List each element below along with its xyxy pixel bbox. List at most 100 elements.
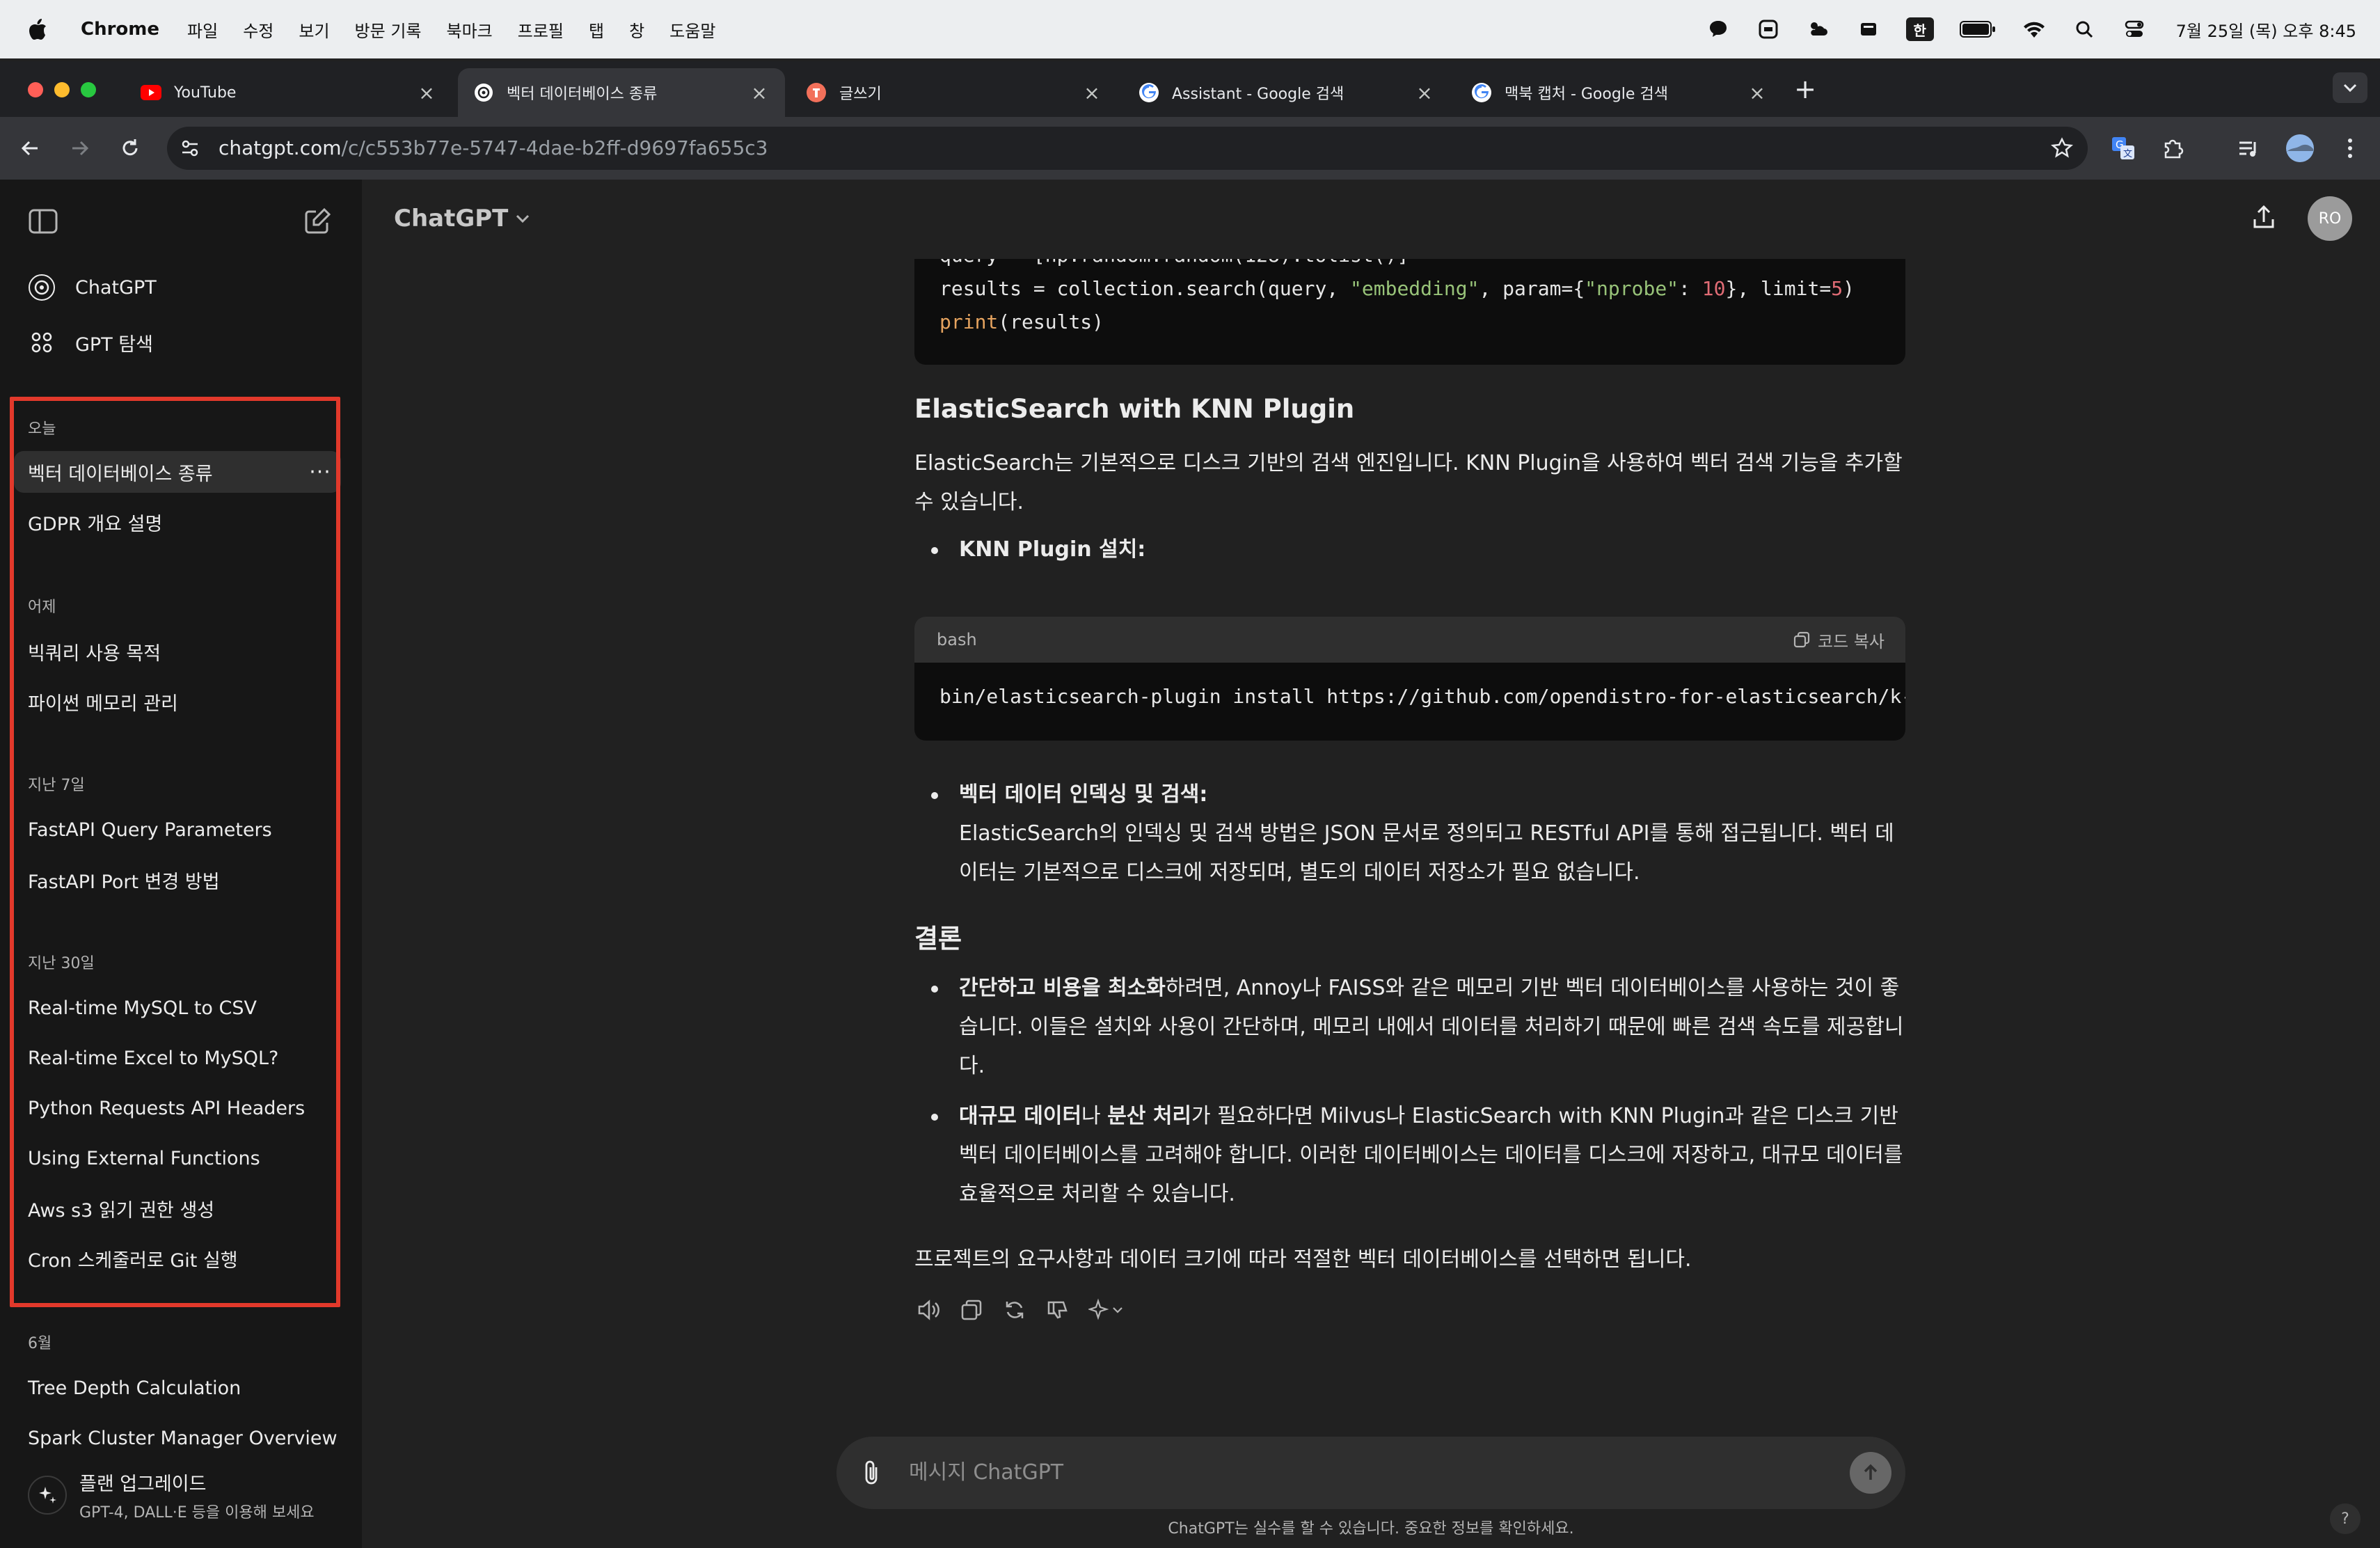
menu-tab[interactable]: 탭	[589, 17, 604, 42]
paragraph-elasticsearch: ElasticSearch는 기본적으로 디스크 기반의 검색 엔진입니다. K…	[914, 451, 1903, 514]
history-item-gdpr[interactable]: GDPR 개요 설명	[14, 501, 341, 543]
site-settings-icon[interactable]	[180, 138, 200, 159]
tab-youtube[interactable]: YouTube ×	[125, 68, 452, 117]
menu-bookmarks[interactable]: 북마크	[446, 17, 492, 42]
bookmark-star-icon[interactable]	[2050, 136, 2074, 160]
reload-button[interactable]	[114, 132, 146, 164]
upgrade-plan-button[interactable]: 플랜 업그레이드 GPT-4, DALL·E 등을 이용해 보세요	[14, 1462, 341, 1529]
menu-edit[interactable]: 수정	[243, 17, 273, 42]
thumbs-down-icon[interactable]	[1044, 1296, 1072, 1324]
input-method-indicator[interactable]: 한	[1905, 17, 1934, 41]
close-tab-icon[interactable]: ×	[749, 81, 770, 104]
model-switch-icon[interactable]	[1087, 1296, 1129, 1324]
user-avatar[interactable]: RO	[2308, 196, 2352, 241]
close-tab-icon[interactable]: ×	[1081, 81, 1102, 104]
chrome-menu-icon[interactable]	[2333, 131, 2367, 166]
history-item-bigquery[interactable]: 빅쿼리 사용 목적	[14, 631, 341, 672]
menubar-clock[interactable]: 7월 25일 (목) 오후 8:45	[2176, 17, 2356, 42]
history-item-excel-mysql[interactable]: Real-time Excel to MySQL?	[14, 1037, 341, 1079]
google-icon	[1471, 82, 1492, 103]
history-item-cron-git[interactable]: Cron 스케줄러로 Git 실행	[14, 1238, 341, 1279]
history-item-mysql-csv[interactable]: Real-time MySQL to CSV	[14, 987, 341, 1029]
history-item-label: 빅쿼리 사용 목적	[28, 642, 161, 665]
window-controls	[28, 82, 96, 97]
bullet-knn-install: KNN Plugin 설치:	[914, 530, 1905, 569]
tab-google-macbook[interactable]: 맥북 캡처 - Google 검색 ×	[1456, 68, 1783, 117]
messages-icon[interactable]	[1706, 17, 1731, 42]
tab-search-button[interactable]	[2333, 72, 2367, 103]
copy-code-button[interactable]: 코드 복사	[1793, 617, 1885, 663]
forward-button[interactable]	[64, 132, 96, 164]
tab-vector-db[interactable]: 벡터 데이터베이스 종류 ×	[458, 68, 785, 117]
history-group-june: 6월	[28, 1335, 52, 1352]
menu-history[interactable]: 방문 기록	[355, 17, 422, 42]
history-item-label: Aws s3 읽기 권한 생성	[28, 1199, 215, 1222]
chat-main: ChatGPT RO query = [np.random.random(128…	[362, 180, 2380, 1548]
history-item-label: FastAPI Port 변경 방법	[28, 871, 220, 893]
extensions-puzzle-icon[interactable]	[2156, 131, 2191, 166]
message-composer[interactable]: 메시지 ChatGPT	[836, 1437, 1905, 1509]
new-chat-icon[interactable]	[302, 206, 333, 237]
tab-google-assistant[interactable]: Assistant - Google 검색 ×	[1123, 68, 1450, 117]
history-item-external-functions[interactable]: Using External Functions	[14, 1137, 341, 1179]
copy-icon[interactable]	[958, 1296, 985, 1324]
history-item-tree-depth[interactable]: Tree Depth Calculation	[14, 1367, 341, 1409]
active-app-name[interactable]: Chrome	[81, 19, 159, 40]
menu-file[interactable]: 파일	[187, 17, 218, 42]
history-item-vector-db[interactable]: 벡터 데이터베이스 종류 ···	[14, 451, 341, 493]
close-window-button[interactable]	[28, 82, 43, 97]
apple-icon[interactable]	[28, 17, 49, 42]
tab-writing[interactable]: 글쓰기 ×	[791, 68, 1118, 117]
minimize-window-button[interactable]	[54, 82, 70, 97]
read-aloud-icon[interactable]	[914, 1296, 942, 1324]
sidebar-nav-explore-gpts[interactable]: GPT 탐색	[28, 323, 153, 362]
zoom-window-button[interactable]	[81, 82, 96, 97]
menu-view[interactable]: 보기	[299, 17, 329, 42]
wifi-icon[interactable]	[2022, 17, 2047, 42]
chatgpt-icon	[473, 82, 494, 103]
help-button[interactable]: ?	[2330, 1503, 2361, 1534]
send-button[interactable]	[1850, 1452, 1891, 1494]
message-actions	[914, 1296, 1129, 1324]
history-item-python-memory[interactable]: 파이썬 메모리 관리	[14, 681, 341, 722]
back-button[interactable]	[14, 132, 46, 164]
code-block-bash: bash 코드 복사 bin/elasticsearch-plugin inst…	[914, 617, 1905, 741]
translate-extension-icon[interactable]: G文	[2106, 131, 2141, 166]
media-controls-icon[interactable]	[2231, 131, 2266, 166]
bullet-conclusion-simple: 간단하고 비용을 최소화하려면, Annoy나 FAISS와 같은 메모리 기반…	[914, 969, 1905, 1086]
history-item-aws-s3[interactable]: Aws s3 읽기 권한 생성	[14, 1187, 341, 1229]
close-tab-icon[interactable]: ×	[416, 81, 437, 104]
menu-help[interactable]: 도움말	[669, 17, 715, 42]
weather-icon[interactable]	[1806, 17, 1831, 42]
regenerate-icon[interactable]	[1001, 1296, 1029, 1324]
attach-paperclip-icon[interactable]	[856, 1458, 887, 1488]
close-tab-icon[interactable]: ×	[1747, 81, 1768, 104]
menu-window[interactable]: 창	[629, 17, 644, 42]
screen-share-icon[interactable]	[1756, 17, 1781, 42]
chat-history-sidebar: ChatGPT GPT 탐색 오늘 벡터 데이터베이스 종류 ··· GDPR …	[0, 180, 362, 1548]
history-item-requests-headers[interactable]: Python Requests API Headers	[14, 1087, 341, 1129]
clipboard-icon[interactable]	[1856, 17, 1881, 42]
copy-icon	[1793, 631, 1810, 648]
message-input[interactable]: 메시지 ChatGPT	[909, 1437, 1063, 1509]
new-tab-button[interactable]: +	[1791, 74, 1819, 104]
history-item-spark-cluster[interactable]: Spark Cluster Manager Overview	[14, 1417, 341, 1459]
battery-icon[interactable]	[1959, 17, 1997, 42]
code-block-python: query = [np.random.random(128).tolist()]…	[914, 259, 1905, 365]
close-tab-icon[interactable]: ×	[1414, 81, 1435, 104]
history-item-fastapi-port[interactable]: FastAPI Port 변경 방법	[14, 859, 341, 901]
history-group-yesterday: 어제	[28, 599, 56, 616]
sidebar-toggle-icon[interactable]	[28, 206, 58, 237]
spotlight-search-icon[interactable]	[2072, 17, 2097, 42]
menu-profiles[interactable]: 프로필	[518, 17, 564, 42]
history-item-label: Spark Cluster Manager Overview	[28, 1427, 338, 1449]
google-icon	[1139, 82, 1159, 103]
address-bar[interactable]: chatgpt.com/c/c553b77e-5747-4dae-b2ff-d9…	[167, 127, 2088, 170]
share-icon[interactable]	[2246, 200, 2281, 235]
model-selector[interactable]: ChatGPT	[394, 205, 530, 232]
profile-avatar-icon[interactable]	[2283, 131, 2317, 166]
sidebar-nav-chatgpt[interactable]: ChatGPT	[28, 268, 157, 307]
control-center-icon[interactable]	[2122, 17, 2147, 42]
history-item-fastapi-query[interactable]: FastAPI Query Parameters	[14, 809, 341, 851]
more-options-icon[interactable]: ···	[308, 459, 333, 484]
